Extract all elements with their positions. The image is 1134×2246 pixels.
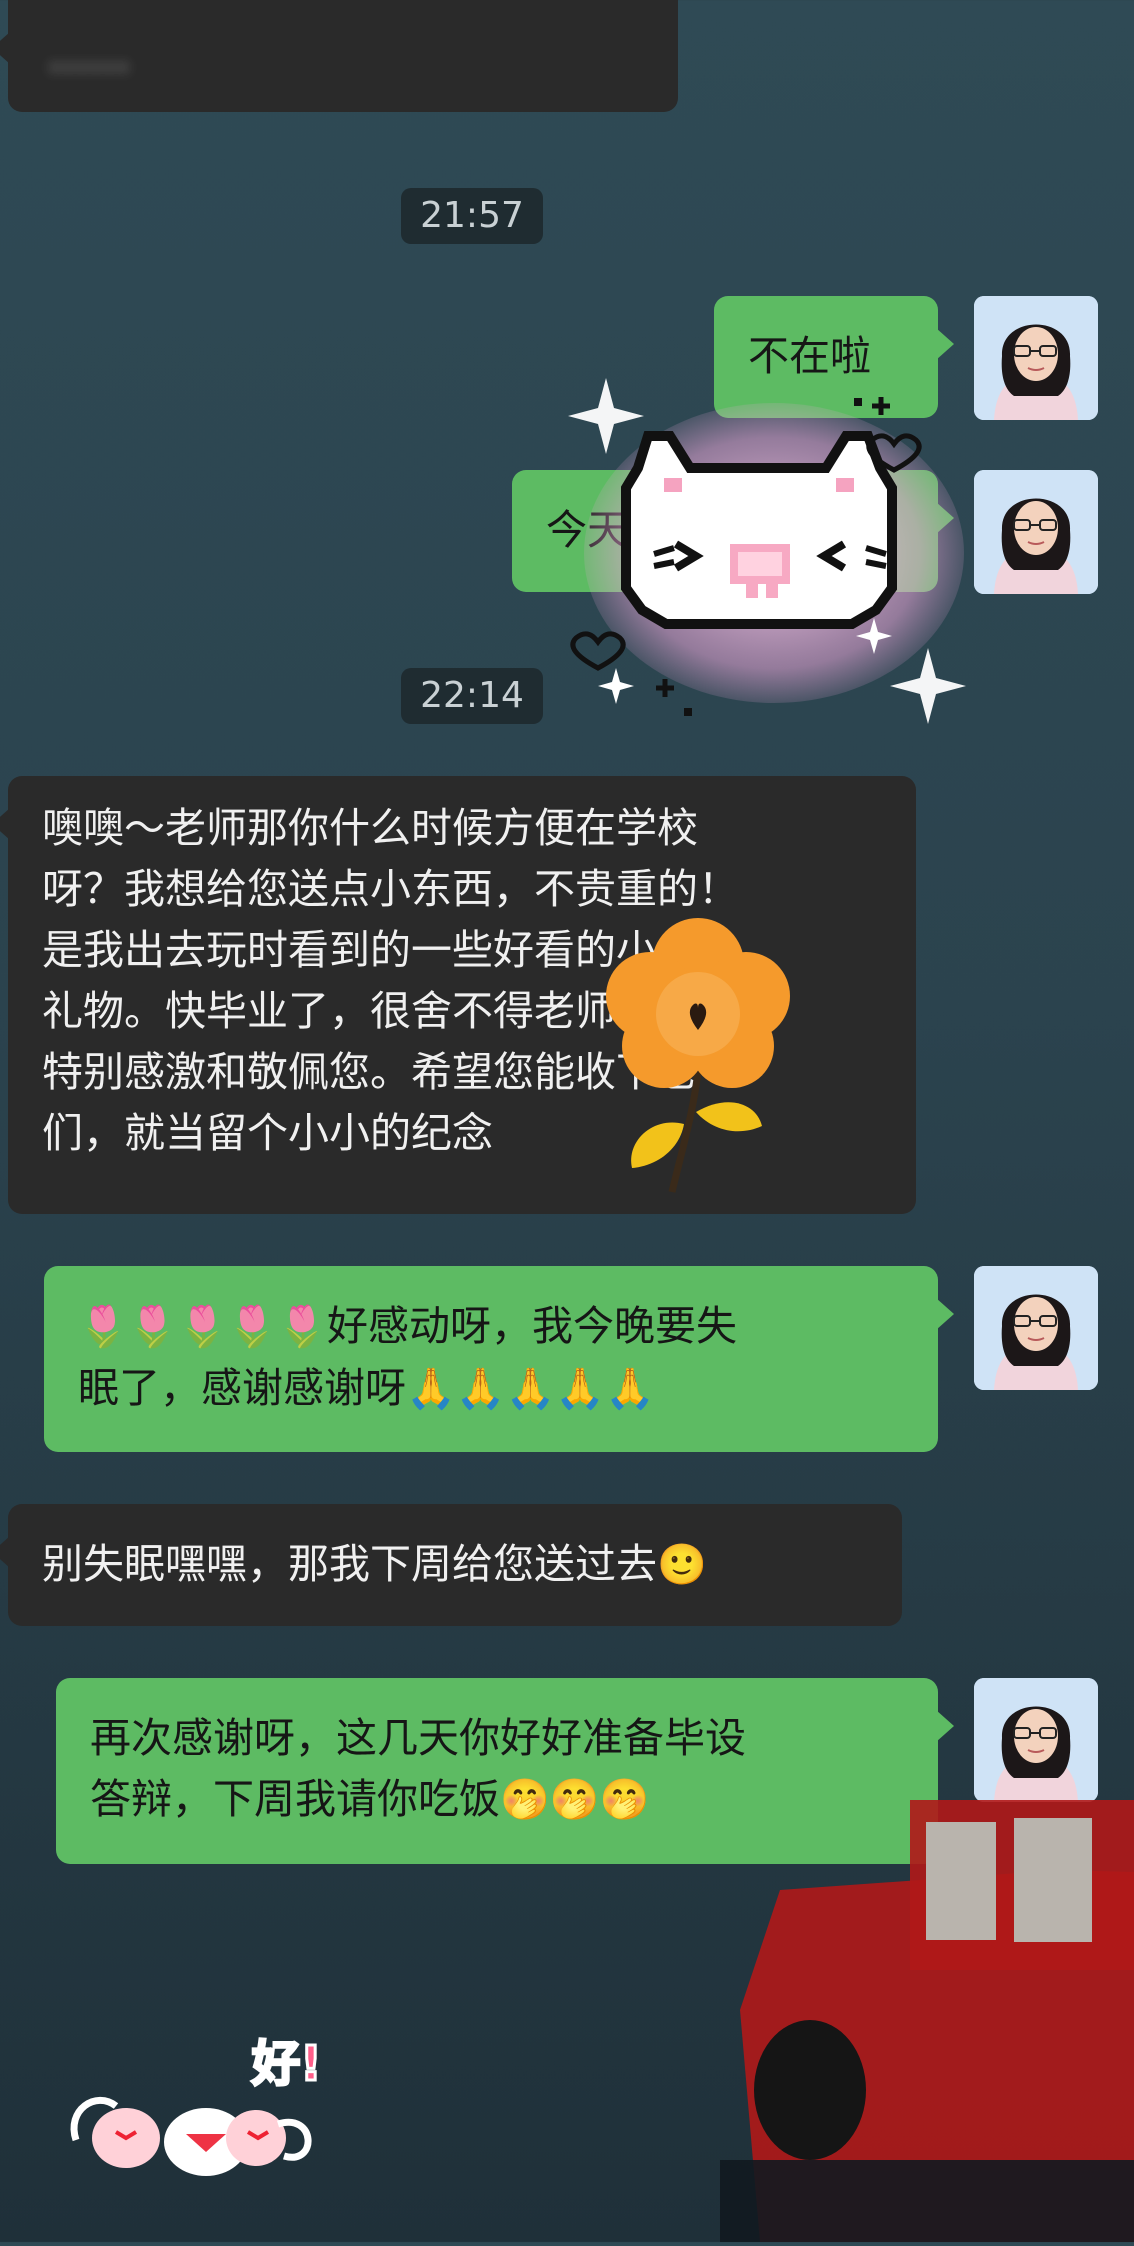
hao-sticker-text: 好! xyxy=(251,2035,324,2094)
avatar[interactable] xyxy=(974,1266,1098,1390)
avatar[interactable] xyxy=(974,296,1098,420)
message-line: 噢噢～老师那你什么时候方便在学校 xyxy=(42,804,698,852)
car-wallpaper-illustration xyxy=(720,1760,1134,2246)
message-line: 别失眠嘿嘿，那我下周给您送过去🙂 xyxy=(42,1534,868,1596)
hao-sticker: 好! xyxy=(56,2020,356,2190)
message-line: 眠了，感谢感谢呀🙏🙏🙏🙏🙏 xyxy=(78,1358,904,1420)
top-partial-message-text: …… xyxy=(48,32,130,80)
avatar[interactable] xyxy=(974,470,1098,594)
message-line: 🌷🌷🌷🌷🌷好感动呀，我今晚要失 xyxy=(78,1296,904,1358)
giggle-emoji-row: 🤭🤭🤭 xyxy=(500,1777,650,1823)
smile-emoji: 🙂 xyxy=(657,1542,707,1588)
tulip-emoji-row: 🌷🌷🌷🌷🌷 xyxy=(78,1304,328,1350)
flower-sticker xyxy=(586,880,816,1204)
top-partial-message[interactable]: …… xyxy=(0,0,678,112)
timestamp: 22:14 xyxy=(401,668,543,724)
pixel-cat-sticker xyxy=(556,348,986,752)
pray-emoji-row: 🙏🙏🙏🙏🙏 xyxy=(406,1366,656,1412)
message-text: 好感动呀，我今晚要失 xyxy=(327,1302,738,1350)
timestamp: 21:57 xyxy=(401,188,543,244)
outgoing-message[interactable]: 🌷🌷🌷🌷🌷好感动呀，我今晚要失 眠了，感谢感谢呀🙏🙏🙏🙏🙏 xyxy=(44,1266,954,1452)
message-text: 答辩，下周我请你吃饭 xyxy=(90,1775,500,1823)
message-text: 别失眠嘿嘿，那我下周给您送过去 xyxy=(42,1540,657,1588)
message-text: 眠了，感谢感谢呀 xyxy=(78,1364,406,1412)
incoming-message[interactable]: 别失眠嘿嘿，那我下周给您送过去🙂 xyxy=(0,1504,902,1626)
